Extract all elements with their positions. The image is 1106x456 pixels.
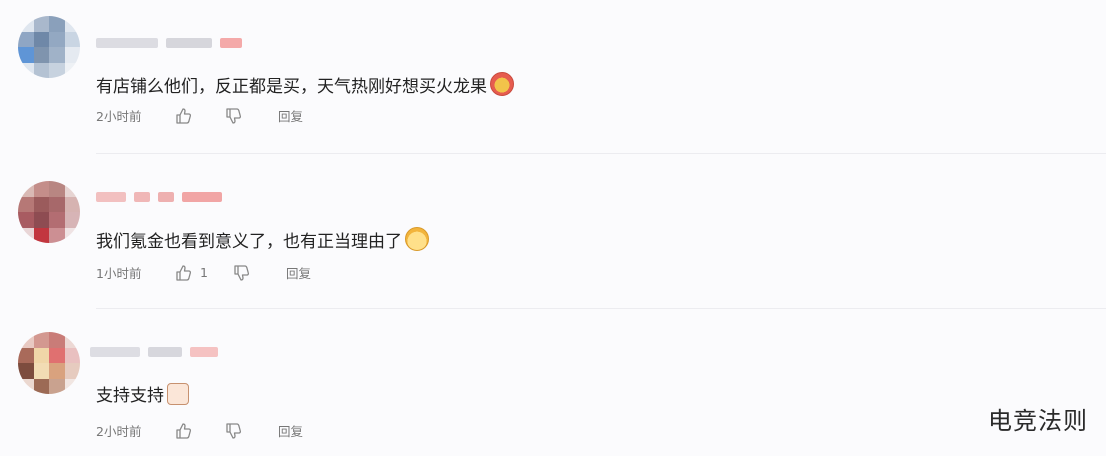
avatar[interactable]	[18, 16, 80, 78]
comment-text: 有店铺么他们，反正都是买，天气热刚好想买火龙果	[96, 72, 514, 99]
username-blurred[interactable]	[96, 38, 242, 48]
comment-text-content: 我们氪金也看到意义了，也有正当理由了	[96, 232, 402, 252]
dragonfruit-emoji-icon	[490, 72, 514, 96]
comment-text-content: 有店铺么他们，反正都是买，天气热刚好想买火龙果	[96, 77, 487, 97]
avatar[interactable]	[18, 332, 80, 394]
username-blurred[interactable]	[96, 192, 222, 202]
like-icon[interactable]	[174, 264, 192, 282]
divider	[96, 153, 1106, 154]
comment-text: 我们氪金也看到意义了，也有正当理由了	[96, 227, 429, 254]
cat-emoji-icon	[405, 227, 429, 251]
timestamp: 1小时前	[96, 266, 142, 281]
timestamp: 2小时前	[96, 424, 142, 439]
comment-text: 支持支持	[96, 383, 189, 408]
avatar[interactable]	[18, 181, 80, 243]
comment-item: 有店铺么他们，反正都是买，天气热刚好想买火龙果 2小时前 回复	[0, 0, 1106, 155]
comment-meta: 2小时前 回复	[96, 421, 303, 440]
comment-item: 我们氪金也看到意义了，也有正当理由了 1小时前 1 回复	[0, 155, 1106, 310]
dislike-icon[interactable]	[224, 422, 242, 440]
username-blurred[interactable]	[90, 347, 218, 357]
reply-button[interactable]: 回复	[286, 263, 311, 282]
reply-button[interactable]: 回复	[278, 106, 303, 125]
like-icon[interactable]	[174, 107, 192, 125]
timestamp: 2小时前	[96, 109, 142, 124]
divider	[96, 308, 1106, 309]
thumbs-up-emoji-icon	[167, 383, 189, 405]
watermark: 电竞法则	[988, 407, 1088, 435]
dislike-icon[interactable]	[224, 107, 242, 125]
reply-button[interactable]: 回复	[278, 421, 303, 440]
comment-text-content: 支持支持	[96, 386, 164, 406]
like-icon[interactable]	[174, 422, 192, 440]
comment-meta: 1小时前 1 回复	[96, 263, 311, 282]
dislike-icon[interactable]	[232, 264, 250, 282]
comment-meta: 2小时前 回复	[96, 106, 303, 125]
comment-item: 支持支持 2小时前 回复	[0, 310, 1106, 456]
like-count: 1	[200, 265, 208, 280]
